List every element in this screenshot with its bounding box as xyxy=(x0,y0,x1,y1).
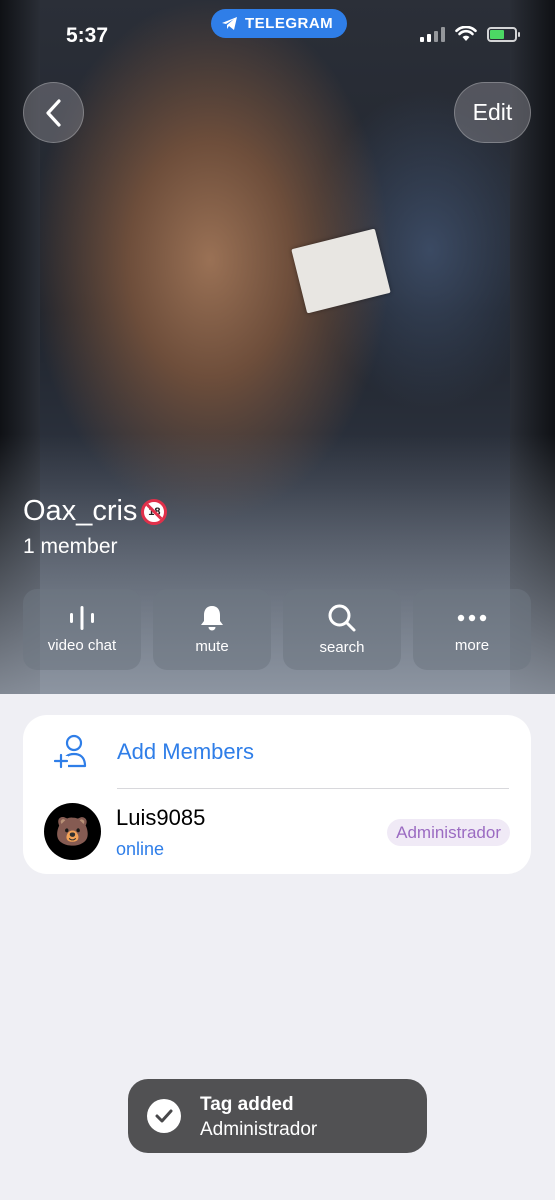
members-card: Add Members 🐻 Luis9085 online Administra… xyxy=(23,715,531,874)
status-icons xyxy=(420,26,520,42)
back-button[interactable] xyxy=(23,82,84,143)
group-name: Oax_cris xyxy=(23,495,138,527)
mute-label: mute xyxy=(195,638,229,655)
chevron-left-icon xyxy=(45,98,61,127)
status-time: 5:37 xyxy=(66,24,109,47)
member-name: Luis9085 xyxy=(116,805,206,830)
voice-wave-icon xyxy=(70,606,94,630)
more-button[interactable]: more xyxy=(413,589,531,670)
search-icon xyxy=(328,604,356,632)
telegram-icon xyxy=(222,17,237,30)
toast-title: Tag added xyxy=(200,1094,294,1115)
member-status: online xyxy=(116,839,165,859)
mute-button[interactable]: mute xyxy=(153,589,271,670)
return-app-label: TELEGRAM xyxy=(245,15,334,32)
return-to-app-pill[interactable]: TELEGRAM xyxy=(211,9,348,38)
add-members-label: Add Members xyxy=(117,739,254,764)
video-chat-button[interactable]: video chat xyxy=(23,589,141,670)
toast-subtitle: Administrador xyxy=(200,1119,318,1140)
group-title: Oax_cris 18 xyxy=(23,495,168,528)
battery-charging-icon xyxy=(487,26,520,42)
more-label: more xyxy=(454,637,490,654)
search-label: search xyxy=(319,639,365,656)
video-chat-label: video chat xyxy=(47,637,117,654)
toast-notification: Tag added Administrador xyxy=(128,1079,427,1153)
role-badge[interactable]: Administrador xyxy=(387,819,510,846)
add-person-icon xyxy=(54,734,87,769)
checkmark-icon xyxy=(147,1099,181,1133)
action-bar: video chat mute search more xyxy=(23,589,531,670)
signal-icon xyxy=(420,26,445,42)
member-row[interactable]: 🐻 Luis9085 online Administrador xyxy=(23,789,531,874)
wifi-icon xyxy=(455,26,477,41)
add-members-row[interactable]: Add Members xyxy=(23,715,531,788)
photo-paper-note xyxy=(291,228,391,314)
avatar: 🐻 xyxy=(44,803,101,860)
member-count: 1 member xyxy=(23,535,118,558)
bell-icon xyxy=(201,606,223,631)
edit-button[interactable]: Edit xyxy=(454,82,531,143)
search-button[interactable]: search xyxy=(283,589,401,670)
adult-content-badge-icon: 18 xyxy=(141,498,168,525)
ellipsis-icon xyxy=(457,614,487,622)
